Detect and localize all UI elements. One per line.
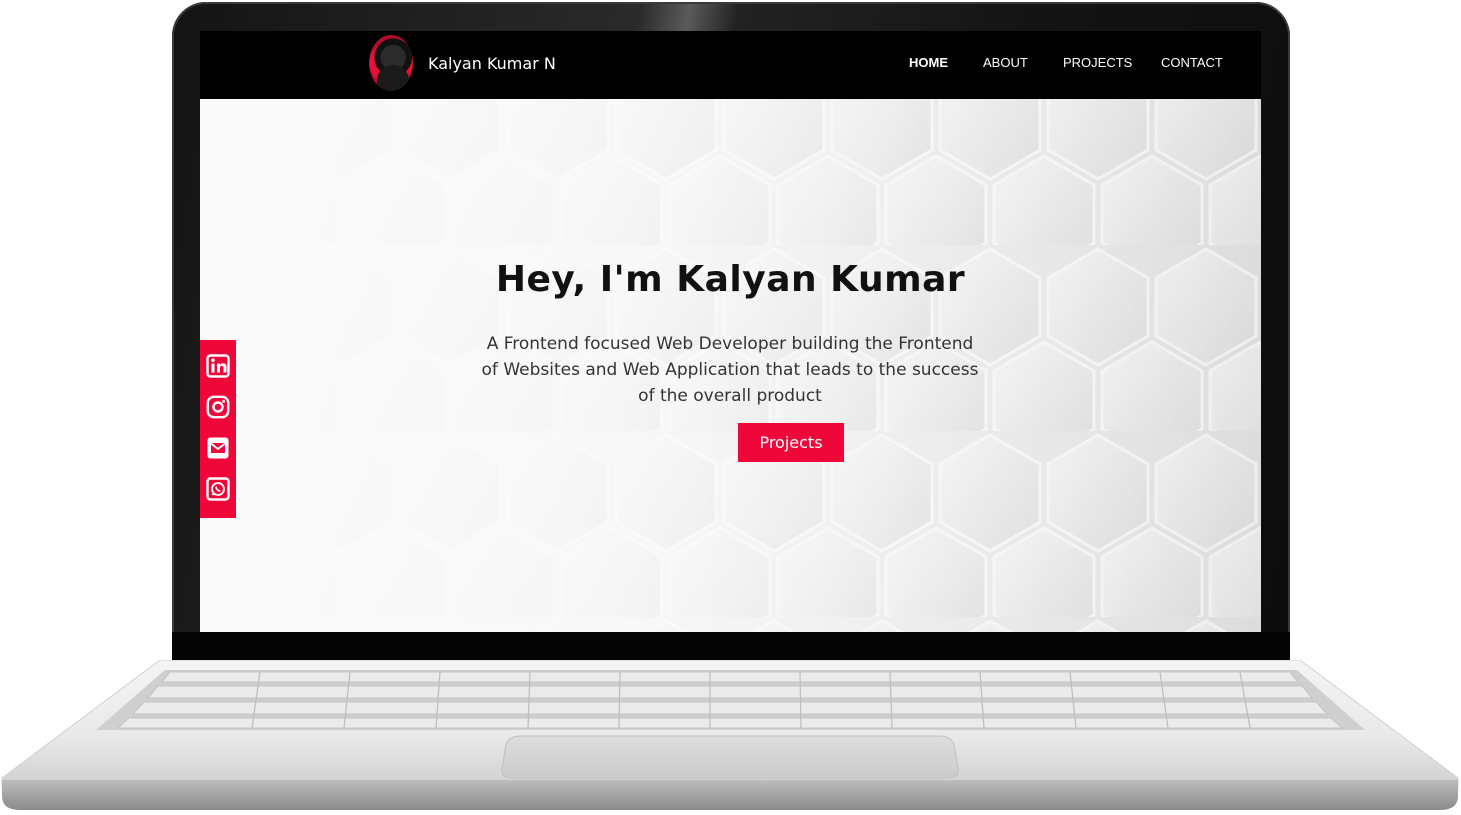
laptop-base xyxy=(1,660,1459,810)
nav-links: HOME ABOUT PROJECTS CONTACT xyxy=(200,55,1261,75)
laptop-mockup: Kalyan Kumar N HOME ABOUT PROJECTS CONTA… xyxy=(0,0,1461,815)
linkedin-icon[interactable] xyxy=(206,354,230,378)
laptop-screen: Kalyan Kumar N HOME ABOUT PROJECTS CONTA… xyxy=(200,31,1261,632)
instagram-icon[interactable] xyxy=(206,395,230,419)
laptop-lid-bezel xyxy=(172,632,1290,662)
hero-description: A Frontend focused Web Developer buildin… xyxy=(481,334,979,406)
email-icon[interactable] xyxy=(206,436,230,460)
navbar: Kalyan Kumar N HOME ABOUT PROJECTS CONTA… xyxy=(200,31,1261,99)
nav-contact[interactable]: CONTACT xyxy=(1161,55,1223,70)
nav-home[interactable]: HOME xyxy=(909,55,948,70)
nav-about[interactable]: ABOUT xyxy=(983,55,1028,70)
nav-projects[interactable]: PROJECTS xyxy=(1063,55,1132,70)
projects-button[interactable]: Projects xyxy=(738,423,844,462)
hero-title: Hey, I'm Kalyan Kumar xyxy=(495,259,966,300)
social-sidebar xyxy=(200,340,236,518)
whatsapp-icon[interactable] xyxy=(206,477,230,501)
hero-section: Hey, I'm Kalyan Kumar A Frontend focused… xyxy=(200,99,1261,632)
